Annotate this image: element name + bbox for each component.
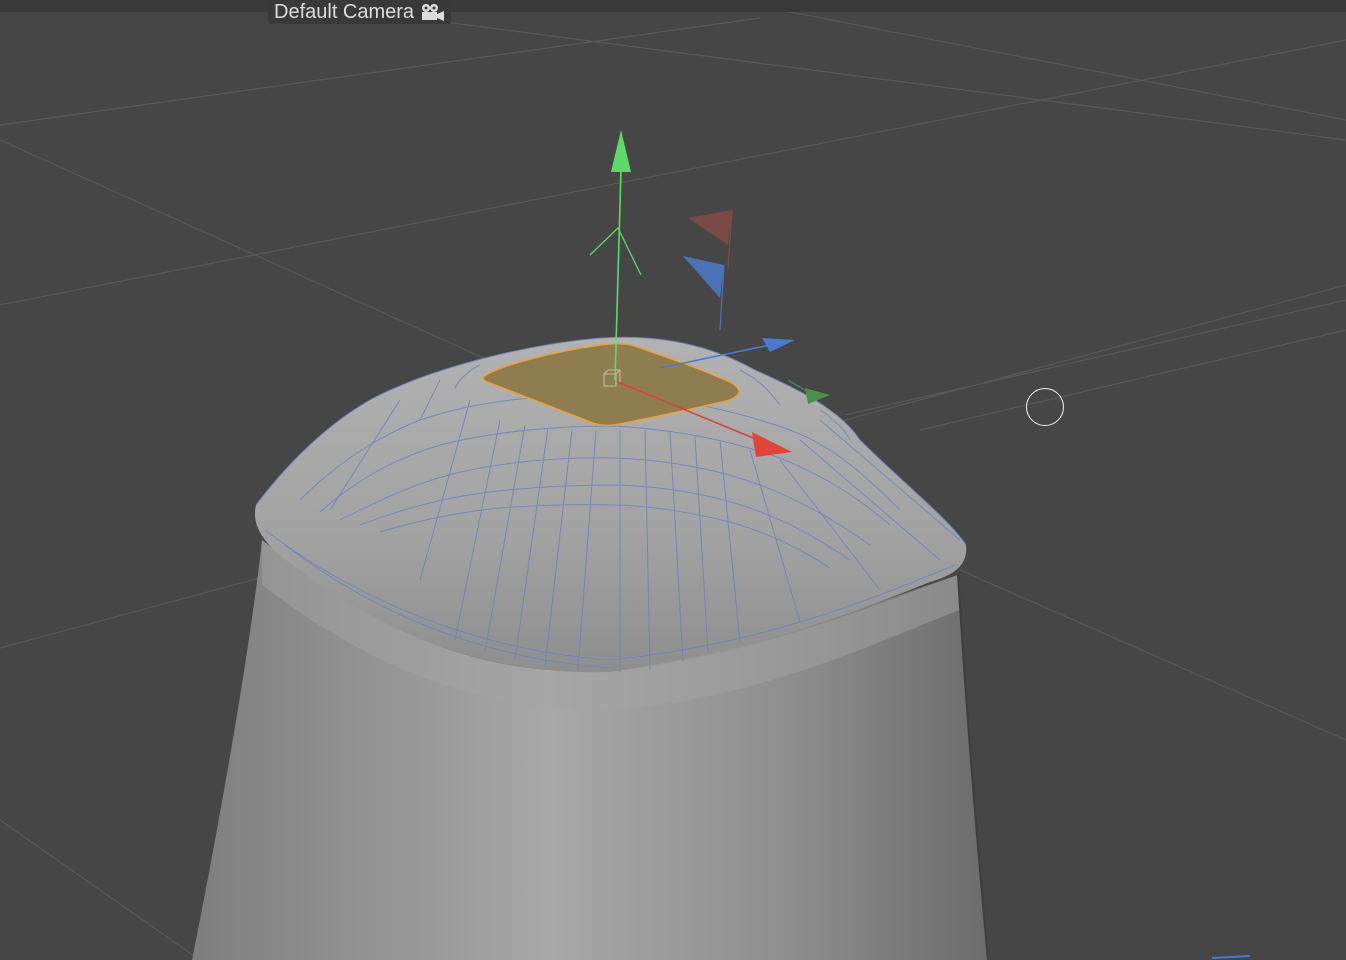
viewport-header [0, 0, 1346, 12]
3d-viewport[interactable]: Default Camera [0, 0, 1346, 960]
camera-icon [422, 4, 445, 21]
viewport-scene[interactable] [0, 0, 1346, 960]
camera-label: Default Camera [274, 1, 415, 23]
camera-menu[interactable]: Default Camera [268, 0, 452, 24]
mouse-cursor-ring [1026, 388, 1064, 426]
yz-plane-handle[interactable] [683, 256, 725, 331]
